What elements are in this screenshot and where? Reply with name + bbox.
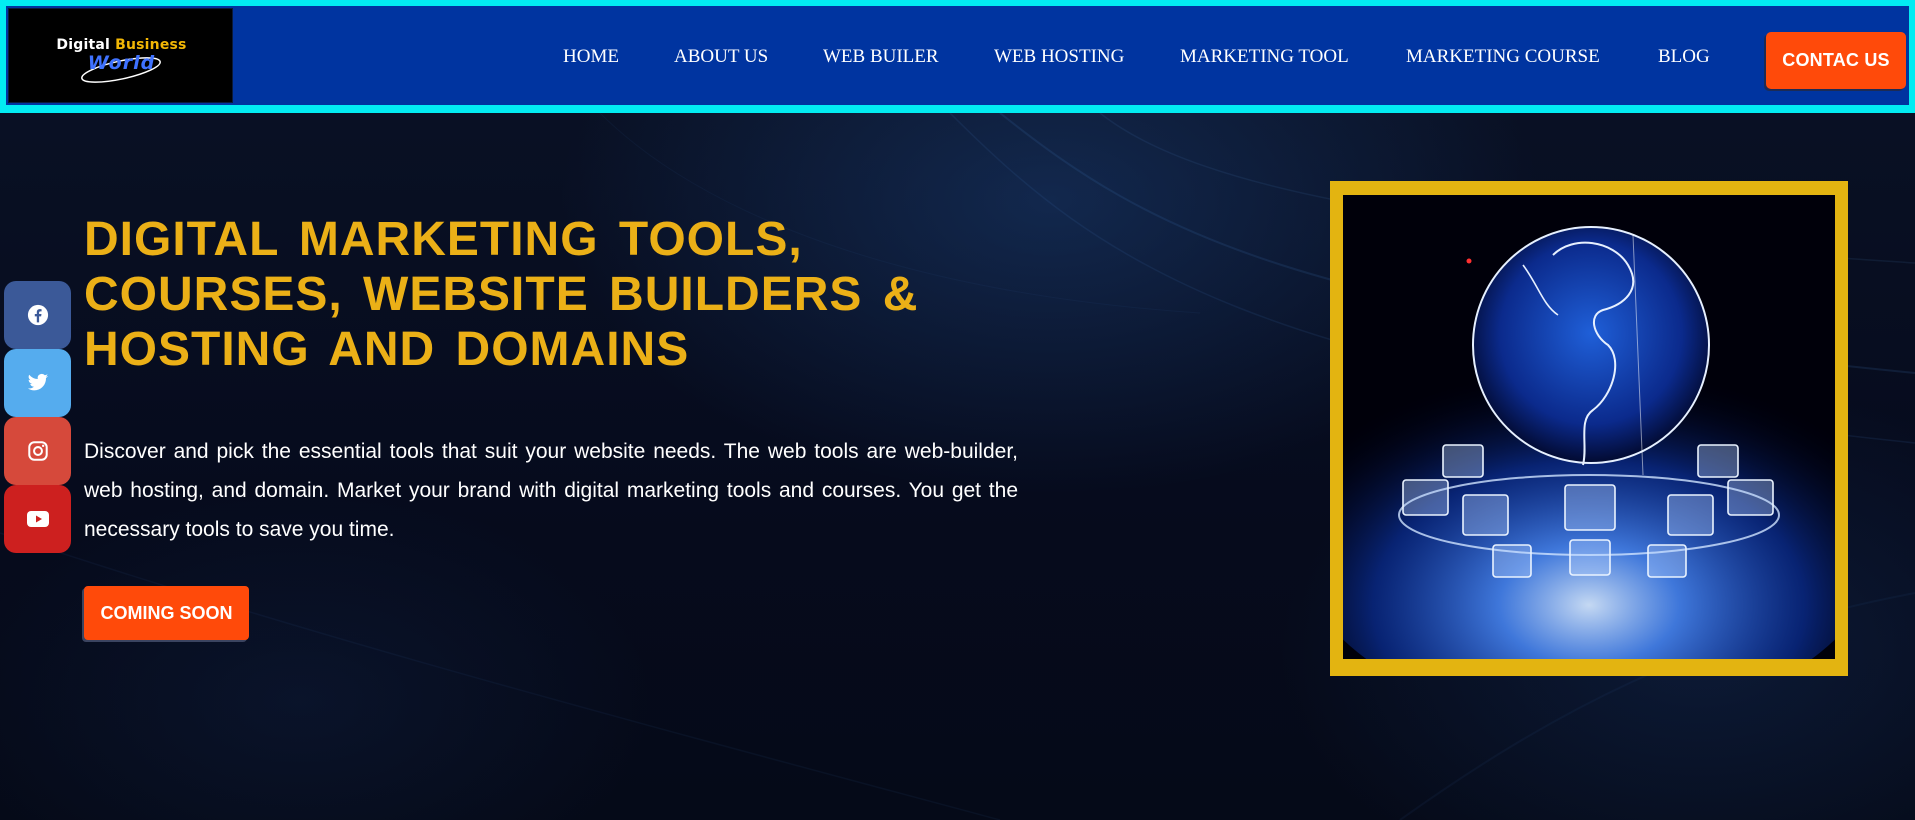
nav-item-marketing-course[interactable]: MARKETING COURSE	[1406, 46, 1600, 68]
nav-item-marketing-tool[interactable]: MARKETING TOOL	[1180, 46, 1349, 68]
header-bar: Digital Business World HOME ABOUT US WEB…	[6, 6, 1909, 105]
instagram-icon	[27, 441, 48, 461]
site-header: Digital Business World HOME ABOUT US WEB…	[0, 0, 1915, 113]
facebook-share-button[interactable]	[4, 281, 71, 349]
nav-item-web-builder[interactable]: WEB BUILER	[823, 46, 939, 68]
hero-title-line-2: COURSES, WEBSITE BUILDERS &	[84, 268, 919, 321]
main-nav: HOME ABOUT US WEB BUILER WEB HOSTING MAR…	[6, 6, 1909, 105]
twitter-icon	[27, 373, 48, 391]
twitter-share-button[interactable]	[4, 349, 71, 417]
coming-soon-button[interactable]: COMING SOON	[84, 586, 249, 640]
nav-item-blog[interactable]: BLOG	[1658, 46, 1710, 68]
hero-description: Discover and pick the essential tools th…	[84, 440, 1018, 541]
youtube-share-button[interactable]	[4, 485, 71, 553]
hero-title-line-3: HOSTING AND DOMAINS	[84, 323, 690, 376]
page: Digital Business World HOME ABOUT US WEB…	[0, 0, 1915, 820]
hero-image	[1343, 195, 1835, 659]
facebook-icon	[27, 304, 48, 326]
nav-item-about-us[interactable]: ABOUT US	[674, 46, 768, 68]
nav-item-home[interactable]: HOME	[563, 46, 619, 68]
nav-item-web-hosting[interactable]: WEB HOSTING	[994, 46, 1124, 68]
hero-title-line-1: DIGITAL MARKETING TOOLS,	[84, 213, 803, 266]
contact-us-button[interactable]: CONTAC US	[1766, 32, 1906, 89]
social-share-bar	[4, 281, 71, 553]
hero-image-frame	[1330, 181, 1848, 676]
youtube-icon	[26, 511, 49, 527]
hero-title: DIGITAL MARKETING TOOLS, COURSES, WEBSIT…	[84, 212, 924, 377]
instagram-share-button[interactable]	[4, 417, 71, 485]
globe-network-illustration	[1343, 195, 1835, 659]
